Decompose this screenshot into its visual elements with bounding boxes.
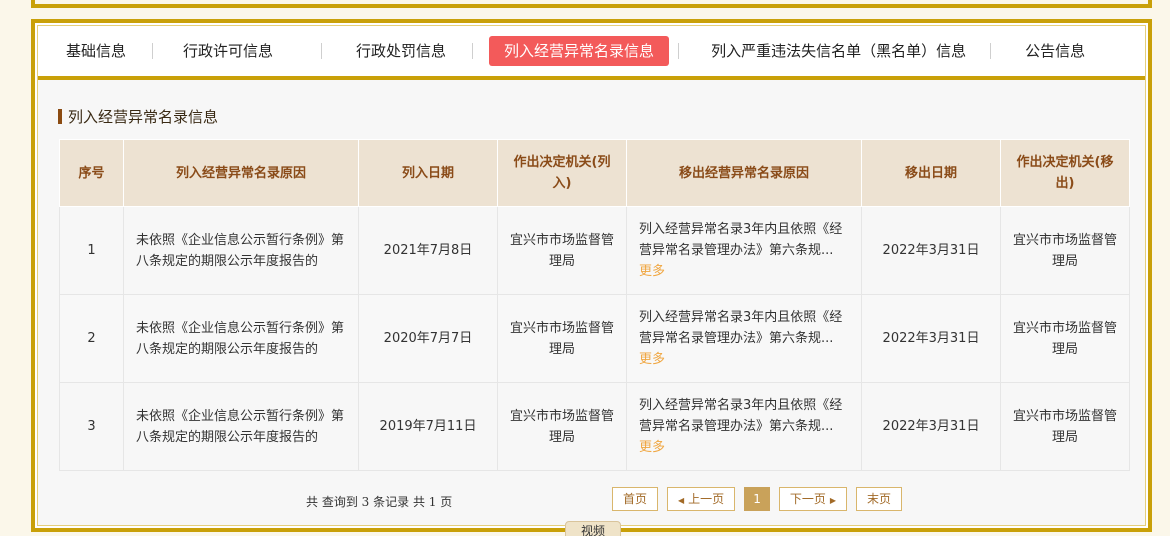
table-row: 1 未依照《企业信息公示暂行条例》第八条规定的期限公示年度报告的 2021年7月…: [59, 206, 1130, 295]
section-title-text: 列入经营异常名录信息: [68, 108, 219, 126]
header-reason-out: 移出经营异常名录原因: [626, 139, 862, 207]
header-date-in: 列入日期: [358, 139, 498, 207]
pager-info-suffix: 页: [440, 495, 453, 509]
cell-reason-out: 列入经营异常名录3年内且依照《经营异常名录管理办法》第六条规... 更多: [626, 206, 862, 295]
cell-reason-in: 未依照《企业信息公示暂行条例》第八条规定的期限公示年度报告的: [123, 206, 359, 295]
header-date-out: 移出日期: [861, 139, 1001, 207]
prev-page-button[interactable]: ◀ 上一页: [667, 487, 736, 511]
cell-no: 2: [59, 294, 124, 383]
tab-separator: [152, 43, 154, 59]
tab-separator: [321, 43, 323, 59]
prev-page-label: 上一页: [688, 492, 725, 506]
panel-inner: 基础信息 行政许可信息 行政处罚信息 列入经营异常名录信息 列入严重违法失信名单…: [37, 25, 1146, 526]
pagination: 首页 ◀ 上一页 1 下一页 ▶ 末页: [612, 487, 911, 511]
tab-blacklist[interactable]: 列入严重违法失信名单（黑名单）信息: [701, 36, 976, 66]
first-page-button[interactable]: 首页: [612, 487, 659, 511]
tab-separator: [678, 43, 680, 59]
next-page-button[interactable]: 下一页 ▶: [778, 487, 847, 511]
page-count: 1: [428, 495, 437, 509]
header-reason-in: 列入经营异常名录原因: [123, 139, 359, 207]
reason-out-text: 列入经营异常名录3年内且依照《经营异常名录管理办法》第六条规...: [639, 310, 843, 346]
tab-announcements[interactable]: 公告信息: [1015, 36, 1095, 66]
cell-date-in: 2019年7月11日: [358, 382, 498, 471]
more-link[interactable]: 更多: [639, 440, 665, 455]
current-page-button[interactable]: 1: [744, 487, 770, 511]
header-no: 序号: [59, 139, 124, 207]
cell-org-in: 宜兴市市场监督管理局: [497, 206, 627, 295]
tab-basic-info[interactable]: 基础信息: [56, 36, 136, 66]
pager-info: 共 查询到 3 条记录 共 1 页: [306, 493, 452, 510]
cell-date-out: 2022年3月31日: [861, 382, 1001, 471]
last-page-button[interactable]: 末页: [856, 487, 903, 511]
reason-out-text: 列入经营异常名录3年内且依照《经营异常名录管理办法》第六条规...: [639, 222, 843, 258]
table-row: 2 未依照《企业信息公示暂行条例》第八条规定的期限公示年度报告的 2020年7月…: [59, 294, 1130, 383]
tab-abnormal-operation[interactable]: 列入经营异常名录信息: [489, 36, 670, 66]
pager-info-prefix: 共 查询到: [306, 495, 358, 509]
tab-separator: [472, 43, 474, 59]
header-org-out: 作出决定机关(移出): [1000, 139, 1130, 207]
section-title: 列入经营异常名录信息: [58, 106, 218, 127]
next-page-label: 下一页: [789, 492, 826, 506]
cell-reason-in: 未依照《企业信息公示暂行条例》第八条规定的期限公示年度报告的: [123, 382, 359, 471]
cell-org-out: 宜兴市市场监督管理局: [1000, 382, 1130, 471]
triangle-right-icon: ▶: [829, 496, 836, 505]
tab-admin-license[interactable]: 行政许可信息: [173, 36, 283, 66]
tab-separator: [990, 43, 992, 59]
cell-date-out: 2022年3月31日: [861, 294, 1001, 383]
cell-reason-in: 未依照《企业信息公示暂行条例》第八条规定的期限公示年度报告的: [123, 294, 359, 383]
cell-org-in: 宜兴市市场监督管理局: [497, 294, 627, 383]
cell-date-in: 2021年7月8日: [358, 206, 498, 295]
cell-no: 3: [59, 382, 124, 471]
reason-out-text: 列入经营异常名录3年内且依照《经营异常名录管理办法》第六条规...: [639, 398, 843, 434]
cell-reason-out: 列入经营异常名录3年内且依照《经营异常名录管理办法》第六条规... 更多: [626, 294, 862, 383]
header-org-in: 作出决定机关(列入): [497, 139, 627, 207]
table-row: 3 未依照《企业信息公示暂行条例》第八条规定的期限公示年度报告的 2019年7月…: [59, 382, 1130, 471]
cell-reason-out: 列入经营异常名录3年内且依照《经营异常名录管理办法》第六条规... 更多: [626, 382, 862, 471]
main-panel: 基础信息 行政许可信息 行政处罚信息 列入经营异常名录信息 列入严重违法失信名单…: [31, 19, 1152, 532]
record-count: 3: [361, 495, 370, 509]
cell-org-in: 宜兴市市场监督管理局: [497, 382, 627, 471]
cell-no: 1: [59, 206, 124, 295]
pager-info-middle: 条记录 共: [373, 495, 425, 509]
tab-admin-penalty[interactable]: 行政处罚信息: [346, 36, 456, 66]
more-link[interactable]: 更多: [639, 352, 665, 367]
cell-org-out: 宜兴市市场监督管理局: [1000, 206, 1130, 295]
video-tab[interactable]: 视频: [565, 521, 621, 536]
cell-date-out: 2022年3月31日: [861, 206, 1001, 295]
cell-date-in: 2020年7月7日: [358, 294, 498, 383]
cell-org-out: 宜兴市市场监督管理局: [1000, 294, 1130, 383]
section-marker: [58, 109, 62, 124]
tab-bar: 基础信息 行政许可信息 行政处罚信息 列入经营异常名录信息 列入严重违法失信名单…: [38, 26, 1145, 80]
triangle-left-icon: ◀: [678, 496, 685, 505]
abnormal-operation-table: 序号 列入经营异常名录原因 列入日期 作出决定机关(列入) 移出经营异常名录原因…: [59, 139, 1130, 471]
more-link[interactable]: 更多: [639, 264, 665, 279]
table-header-row: 序号 列入经营异常名录原因 列入日期 作出决定机关(列入) 移出经营异常名录原因…: [59, 139, 1130, 207]
top-frame: [31, 0, 1152, 8]
